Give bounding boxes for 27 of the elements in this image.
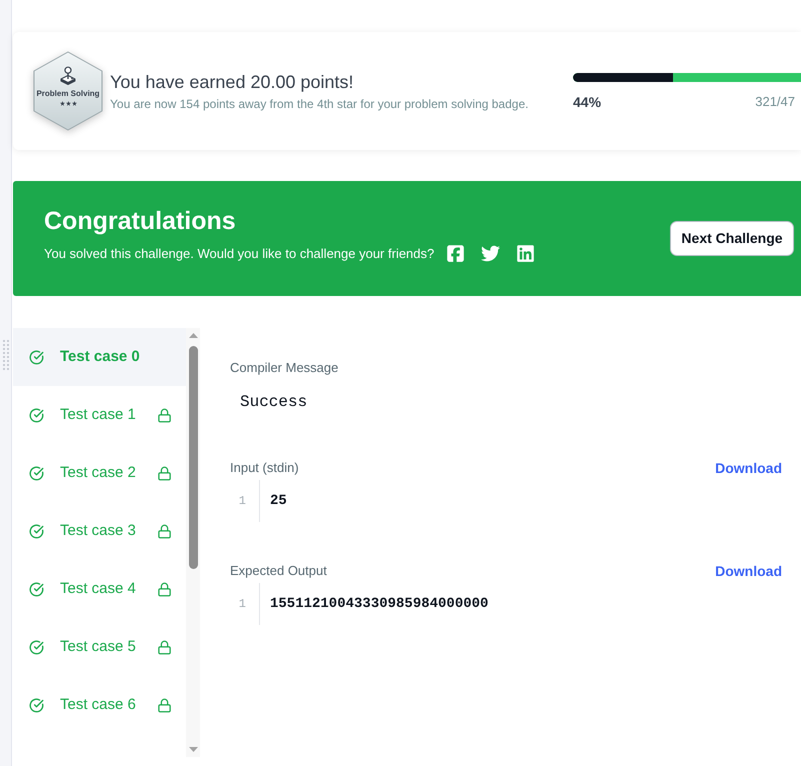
section-label: Compiler Message [230,360,340,376]
code-line: 15511210043330985984000000 [270,596,488,612]
joystick-icon [59,66,77,85]
twitter-icon[interactable] [481,244,500,263]
line-number: 1 [238,494,246,508]
download-link[interactable]: Download [715,460,782,476]
banner-message: You solved this challenge. Would you like to challenge your friends? [44,244,434,262]
banner-title: Congratulations [44,206,237,236]
linkedin-icon[interactable] [516,244,536,263]
section-label: Input (stdin) [230,460,299,476]
points-subtitle: You are now 154 points away from the 4th star for your problem solving badge. [110,96,530,112]
progress-percent: 44% [573,94,602,110]
drag-handle-icon[interactable] [2,340,8,370]
download-link[interactable]: Download [715,563,782,579]
next-challenge-button[interactable]: Next Challenge [670,221,794,256]
code-line: 25 [270,493,287,509]
badge-label: Problem Solving [36,89,100,99]
test-case-tab[interactable]: Test case 0 [13,328,186,386]
progress-points: 321/47 [755,94,795,110]
scroll-up-arrow-icon[interactable] [188,333,198,338]
scrollbar-thumb[interactable] [188,346,198,569]
facebook-icon[interactable] [446,244,466,263]
section-label: Expected Output [230,563,327,579]
points-title: You have earned 20.00 points! [110,70,355,92]
scroll-down-arrow-icon[interactable] [188,747,198,752]
line-number: 1 [238,597,246,611]
compiler-message: Success [240,393,308,411]
